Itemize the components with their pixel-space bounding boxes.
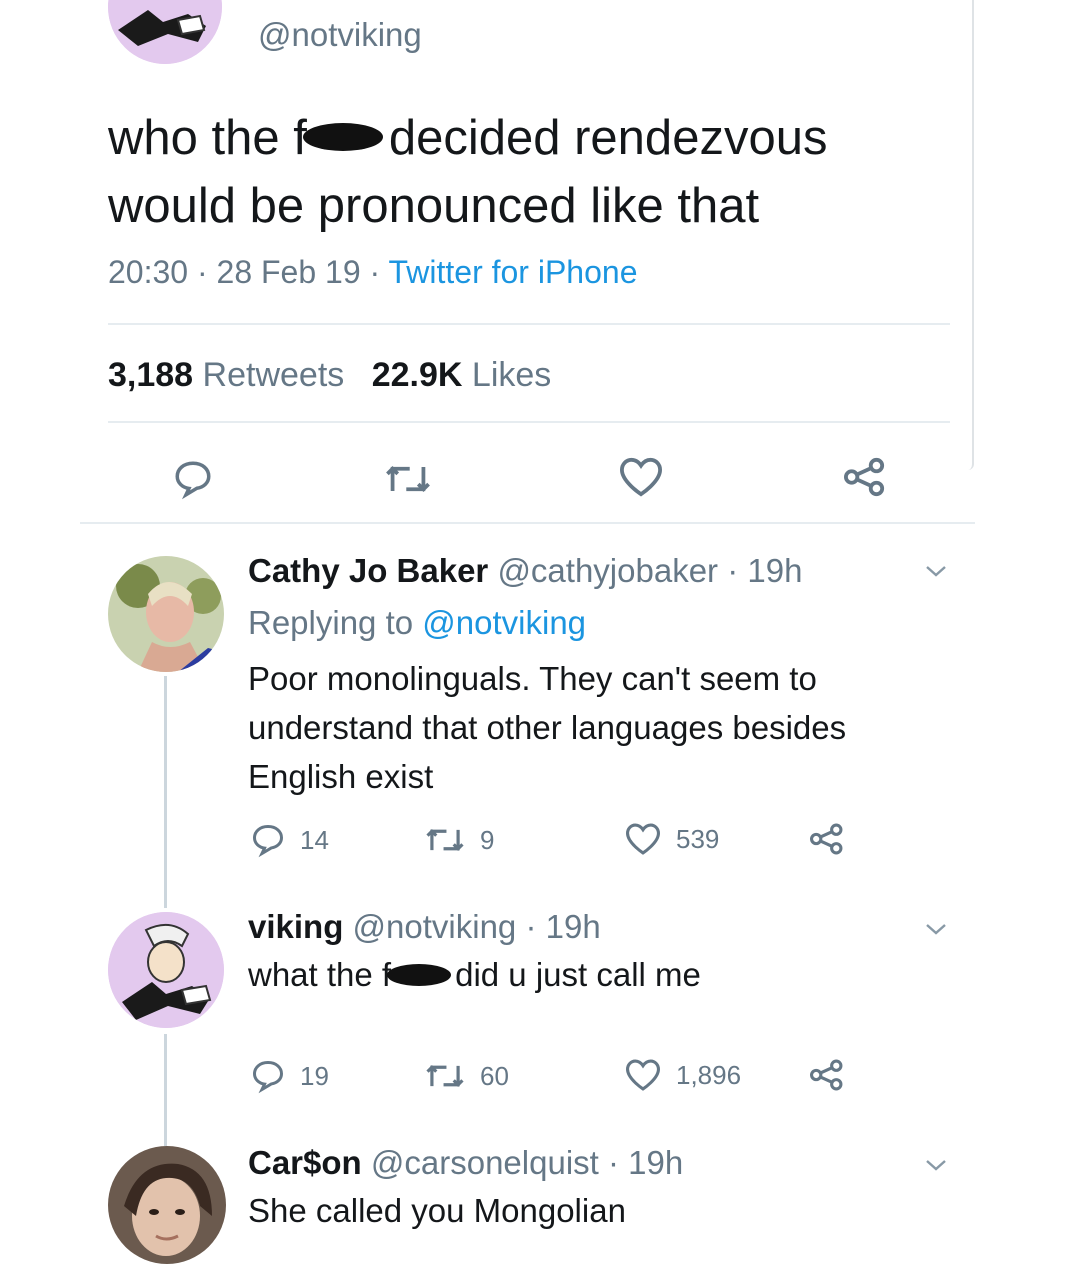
author-handle[interactable]: @notviking [258, 16, 422, 54]
retweet-icon [426, 1065, 464, 1087]
author-avatar[interactable] [108, 0, 222, 64]
tweet-text: who the f decided rendezvous would be pro… [108, 104, 948, 240]
reply-avatar-viking[interactable] [108, 912, 224, 1028]
replying-to: Replying to @notviking [248, 604, 587, 641]
reply-author-name[interactable]: Car$on [248, 1144, 362, 1181]
card-border [966, 0, 974, 470]
reply-button[interactable]: 14 [250, 822, 329, 858]
reply-author-handle[interactable]: @notviking [353, 908, 517, 945]
thread-line [164, 676, 167, 908]
chevron-down-icon[interactable] [924, 1157, 948, 1173]
reply-author-name[interactable]: Cathy Jo Baker [248, 552, 488, 589]
divider [108, 421, 950, 423]
reply-icon [252, 1060, 284, 1094]
reply-button[interactable]: 19 [250, 1058, 329, 1094]
retweet-button[interactable]: 60 [424, 1060, 509, 1092]
tweet-date: 28 Feb 19 [216, 254, 361, 290]
reply-age: · 19h [608, 1144, 684, 1181]
retweet-button[interactable] [384, 460, 432, 498]
tweet-stats: 3,188 Retweets 22.9K Likes [108, 356, 551, 395]
reply-avatar-cathy[interactable] [108, 556, 224, 672]
divider [108, 323, 950, 325]
thread-line [164, 1034, 167, 1146]
reply-icon [175, 461, 211, 500]
reply-text: what the f did u just call me [248, 956, 701, 993]
like-icon [625, 823, 661, 855]
retweets-stat[interactable]: 3,188 Retweets [108, 356, 354, 394]
tweet-time: 20:30 [108, 254, 189, 290]
share-button[interactable] [808, 1058, 846, 1092]
reply-author-handle[interactable]: @cathyjobaker [497, 552, 718, 589]
tweet-text-line-1: who the f decided rendezvous [108, 111, 828, 165]
tweet-meta: 20:30 · 28 Feb 19 · Twitter for iPhone [108, 254, 638, 290]
chevron-down-icon[interactable] [924, 563, 948, 579]
retweet-icon [386, 466, 430, 492]
likes-stat[interactable]: 22.9K Likes [372, 356, 552, 394]
reply-avatar-carson[interactable] [108, 1146, 226, 1264]
reply-age: · 19h [727, 552, 803, 589]
reply-text: She called you Mongolian [248, 1192, 626, 1229]
share-icon [810, 1059, 843, 1091]
reply-author-handle[interactable]: @carsonelquist [371, 1144, 599, 1181]
like-icon [625, 1059, 661, 1091]
share-button[interactable] [842, 456, 888, 498]
share-icon [810, 823, 843, 855]
like-button[interactable] [618, 456, 664, 498]
reply-icon [252, 824, 284, 858]
tweet-client[interactable]: Twitter for iPhone [388, 254, 637, 290]
share-button[interactable] [808, 822, 846, 856]
retweet-icon [426, 829, 464, 851]
replying-to-link[interactable]: @notviking [422, 604, 586, 641]
reply-header: Cathy Jo Baker @cathyjobaker · 19h [248, 552, 802, 590]
reply-author-name[interactable]: viking [248, 908, 343, 945]
like-button[interactable]: 539 [624, 822, 719, 856]
censor-blot [387, 964, 452, 987]
reply-age: · 19h [525, 908, 601, 945]
share-icon [844, 457, 885, 497]
reply-text: Poor monolinguals. They can't seem to un… [248, 660, 847, 795]
like-icon [619, 457, 663, 497]
reply-header: viking @notviking · 19h [248, 908, 601, 946]
reply-header: Car$on @carsonelquist · 19h [248, 1144, 683, 1182]
reply-button[interactable] [172, 458, 214, 500]
chevron-down-icon[interactable] [924, 921, 948, 937]
divider [80, 522, 975, 524]
censor-blot [302, 123, 383, 152]
like-button[interactable]: 1,896 [624, 1058, 741, 1092]
tweet-text-line-2: would be pronounced like that [108, 179, 760, 233]
retweet-button[interactable]: 9 [424, 824, 494, 856]
